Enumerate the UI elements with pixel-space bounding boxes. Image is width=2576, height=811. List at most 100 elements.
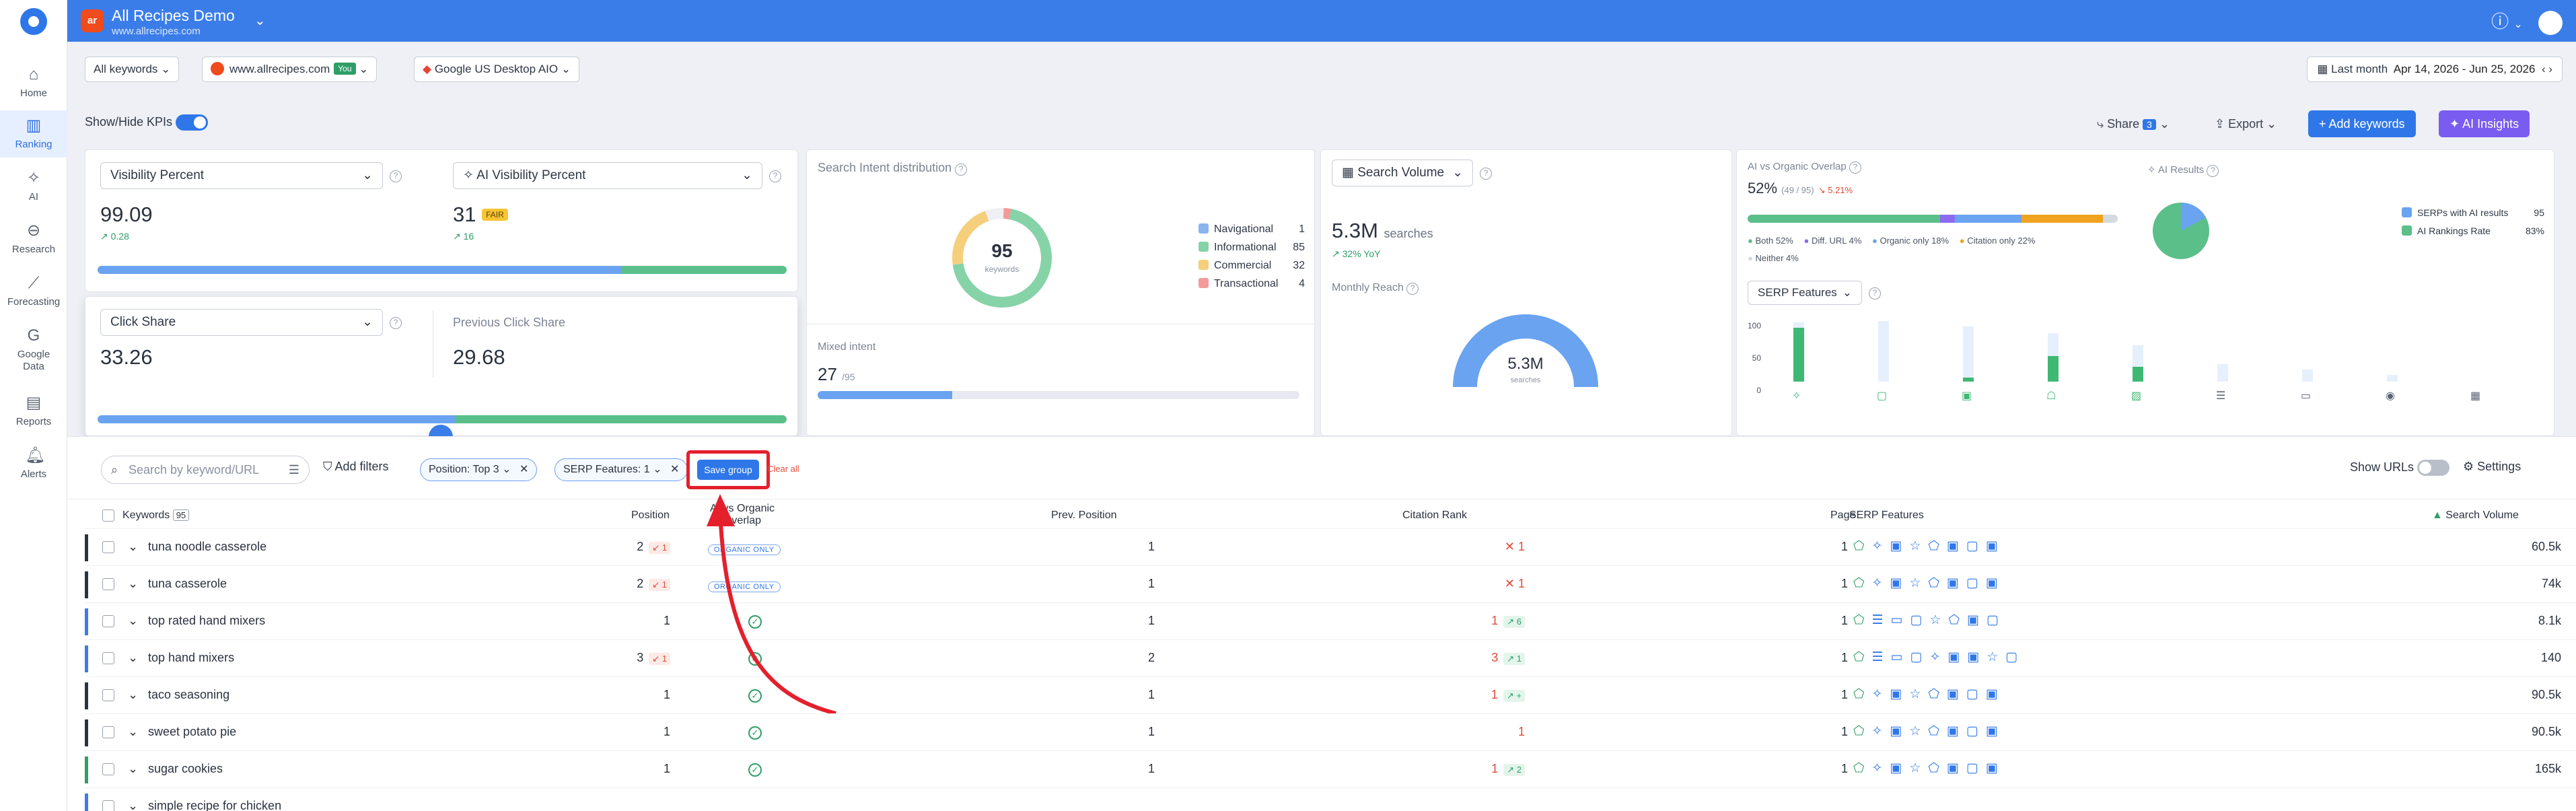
table-row[interactable]: ⌄ top hand mixers 3 ↙ 1 ✓ 2 3 ↗ 1 1 ⬠☰▭▢✧▣▣☆▢ 140 bbox=[85, 639, 2576, 676]
keyword-cell: top hand mixers bbox=[148, 651, 235, 664]
filter-chip-serp[interactable]: SERP Features: 1 ⌄ ✕ bbox=[554, 458, 688, 481]
expand-chevron-icon[interactable]: ⌄ bbox=[128, 614, 138, 628]
close-icon[interactable]: ✕ bbox=[520, 464, 528, 475]
kpi-toggle[interactable] bbox=[176, 114, 209, 131]
position-cell: 3 ↙ 1 bbox=[610, 651, 670, 665]
header-citation-rank[interactable]: Citation Rank bbox=[1402, 509, 1467, 522]
intent-total-label: keywords bbox=[985, 265, 1019, 274]
add-filters-button[interactable]: ⛉ Add filters bbox=[323, 460, 389, 474]
page-cell: 1 bbox=[1840, 540, 1848, 553]
svg-text:☰: ☰ bbox=[2216, 389, 2225, 402]
table-row[interactable]: ⌄ tuna casserole 2 ↙ 1 ORGANIC ONLY 1 ✕ 1 1 ⬠✧▣☆… bbox=[85, 565, 2576, 602]
sidebar-item-research[interactable]: ⊖ Research bbox=[0, 215, 67, 262]
row-checkbox[interactable] bbox=[102, 541, 114, 553]
keywords-dropdown[interactable]: All keywords ⌄ bbox=[85, 57, 180, 82]
search-input[interactable]: ⌕ Search by keyword/URL ☰ bbox=[101, 456, 310, 484]
expand-chevron-icon[interactable]: ⌄ bbox=[128, 540, 138, 554]
help-icon[interactable]: ⓘ bbox=[2491, 11, 2509, 32]
ai-visibility-select[interactable]: ✧ AI Visibility Percent ⌄ bbox=[453, 162, 762, 189]
header-prev-position[interactable]: Prev. Position bbox=[1051, 509, 1117, 522]
help-icon[interactable]: ? bbox=[2207, 165, 2219, 177]
sidebar-item-google-data[interactable]: G Google Data bbox=[0, 320, 67, 381]
cell-value: 1 bbox=[1516, 654, 1522, 664]
table-row[interactable]: ⌄ top rated hand mixers 1 ✓ 1 1 ↗ 6 1 ⬠☰▭▢☆⬠▣▢ 8.… bbox=[85, 602, 2576, 639]
show-urls-toggle[interactable] bbox=[2417, 460, 2450, 476]
header-serp-features[interactable]: SERP Features bbox=[1849, 509, 1924, 522]
engine-dropdown[interactable]: ◆ Google US Desktop AIO ⌄ bbox=[414, 57, 580, 82]
row-checkbox[interactable] bbox=[102, 726, 114, 738]
row-indicator bbox=[85, 645, 88, 672]
click-share-select[interactable]: Click Share ⌄ bbox=[100, 309, 383, 336]
check-icon: ✓ bbox=[748, 762, 762, 777]
row-indicator bbox=[85, 608, 88, 635]
help-icon[interactable]: ? bbox=[390, 170, 402, 182]
help-icon[interactable]: ? bbox=[1406, 283, 1419, 295]
settings-button[interactable]: ⚙ Settings bbox=[2463, 460, 2521, 474]
row-checkbox[interactable] bbox=[102, 652, 114, 664]
app-logo[interactable] bbox=[20, 8, 47, 35]
sidebar-item-reports[interactable]: ▤ Reports bbox=[0, 388, 67, 435]
date-range-picker[interactable]: ▦ Last month Apr 14, 2026 - Jun 25, 2026… bbox=[2307, 57, 2563, 82]
sidebar-item-forecasting[interactable]: ⟋ Forecasting bbox=[0, 268, 67, 315]
clear-all-link[interactable]: Clear all bbox=[767, 464, 799, 474]
click-share-value: 33.26 bbox=[100, 345, 153, 369]
expand-chevron-icon[interactable]: ⌄ bbox=[128, 799, 138, 811]
avatar[interactable] bbox=[2538, 11, 2563, 36]
search-volume-select[interactable]: ▦ Search Volume ⌄ bbox=[1332, 160, 1473, 186]
visibility-delta: ↗ 0.28 bbox=[100, 231, 129, 242]
sidebar-item-ranking[interactable]: ▥ Ranking bbox=[0, 110, 67, 157]
google-data-icon: G bbox=[27, 326, 40, 345]
citation-rank-cell: ✕ 1 bbox=[1431, 540, 1525, 554]
serp-features-select[interactable]: SERP Features ⌄ bbox=[1748, 281, 1862, 305]
calendar-icon: ▦ bbox=[2317, 63, 2328, 75]
help-icon[interactable]: ? bbox=[1849, 162, 1861, 174]
ai-visibility-value: 31 FAIR bbox=[453, 203, 508, 227]
help-icon[interactable]: ? bbox=[769, 170, 781, 182]
chevron-down-icon[interactable]: ⌄ bbox=[2513, 19, 2522, 30]
overlap-bar bbox=[1748, 215, 2118, 223]
help-icon[interactable]: ? bbox=[1480, 168, 1492, 180]
click-share-card: Click Share ⌄ ? 33.26 Previous Click Shar… bbox=[85, 296, 798, 449]
sidebar-item-alerts[interactable]: 🔔︎ Alerts bbox=[0, 440, 67, 487]
table-row[interactable]: ⌄ taco seasoning 1 ✓ 1 1 ↗ +1 ⬠✧▣☆⬠▣▢▣ 90.5k bbox=[85, 676, 2576, 713]
table-row[interactable]: ⌄ tuna noodle casserole 2 ↙ 1 ORGANIC ONLY 1 ✕… bbox=[85, 528, 2576, 565]
header-position[interactable]: Position bbox=[631, 509, 670, 522]
expand-chevron-icon[interactable]: ⌄ bbox=[128, 688, 138, 702]
sidebar-item-home[interactable]: ⌂ Home bbox=[0, 59, 67, 106]
help-icon[interactable]: ? bbox=[1869, 287, 1881, 299]
sliders-icon[interactable]: ☰ bbox=[289, 456, 299, 483]
cell-value: 1 bbox=[661, 579, 667, 590]
row-checkbox[interactable] bbox=[102, 763, 114, 775]
header-search-volume[interactable]: ▲ Search Volume bbox=[2432, 509, 2519, 522]
export-button[interactable]: ⇪ Export ⌄ bbox=[2204, 110, 2287, 137]
table-row[interactable]: ⌄ sweet potato pie 1 ✓ 1 1 1 ⬠✧▣☆⬠▣▢▣ 90.5k bbox=[85, 713, 2576, 750]
row-checkbox[interactable] bbox=[102, 578, 114, 590]
chevron-down-icon: ⌄ bbox=[254, 13, 266, 28]
expand-chevron-icon[interactable]: ⌄ bbox=[128, 725, 138, 739]
table-row[interactable]: ⌄ sugar cookies 1 ✓ 1 1 ↗ 2 1 ⬠✧▣☆⬠▣▢▣ 165k bbox=[85, 750, 2576, 787]
cell-part: ↗ 6 bbox=[1503, 616, 1525, 628]
prev-position-cell: 1 bbox=[1147, 614, 1155, 627]
row-checkbox[interactable] bbox=[102, 800, 114, 811]
row-checkbox[interactable] bbox=[102, 615, 114, 627]
visibility-select[interactable]: Visibility Percent ⌄ bbox=[100, 162, 383, 189]
help-icon[interactable]: ? bbox=[390, 317, 402, 329]
cell-part: ⬠ bbox=[1853, 724, 1872, 738]
table-row[interactable]: ⌄ simple recipe for chicken bbox=[85, 787, 2576, 811]
expand-chevron-icon[interactable]: ⌄ bbox=[128, 651, 138, 665]
domain-dropdown[interactable]: www.allrecipes.com You ⌄ bbox=[202, 57, 378, 82]
sidebar-item-ai[interactable]: ✧ AI bbox=[0, 163, 67, 210]
expand-chevron-icon[interactable]: ⌄ bbox=[128, 762, 138, 776]
ai-insights-button[interactable]: ✦ AI Insights bbox=[2439, 110, 2530, 137]
help-icon[interactable]: ? bbox=[955, 164, 968, 176]
select-all-checkbox[interactable] bbox=[102, 509, 114, 522]
serp-feature-icons: ⬠✧▣☆⬠▣▢▣ bbox=[1853, 761, 2005, 775]
filter-chip-position[interactable]: Position: Top 3 ⌄ ✕ bbox=[420, 458, 538, 481]
add-keywords-button[interactable]: + Add keywords bbox=[2308, 110, 2416, 137]
home-icon: ⌂ bbox=[28, 65, 39, 83]
share-button[interactable]: ⤷ Share 3 ⌄ bbox=[2086, 110, 2180, 137]
close-icon[interactable]: ✕ bbox=[670, 464, 679, 475]
header-keywords[interactable]: Keywords 95 bbox=[122, 509, 190, 522]
expand-chevron-icon[interactable]: ⌄ bbox=[128, 577, 138, 591]
row-checkbox[interactable] bbox=[102, 689, 114, 701]
